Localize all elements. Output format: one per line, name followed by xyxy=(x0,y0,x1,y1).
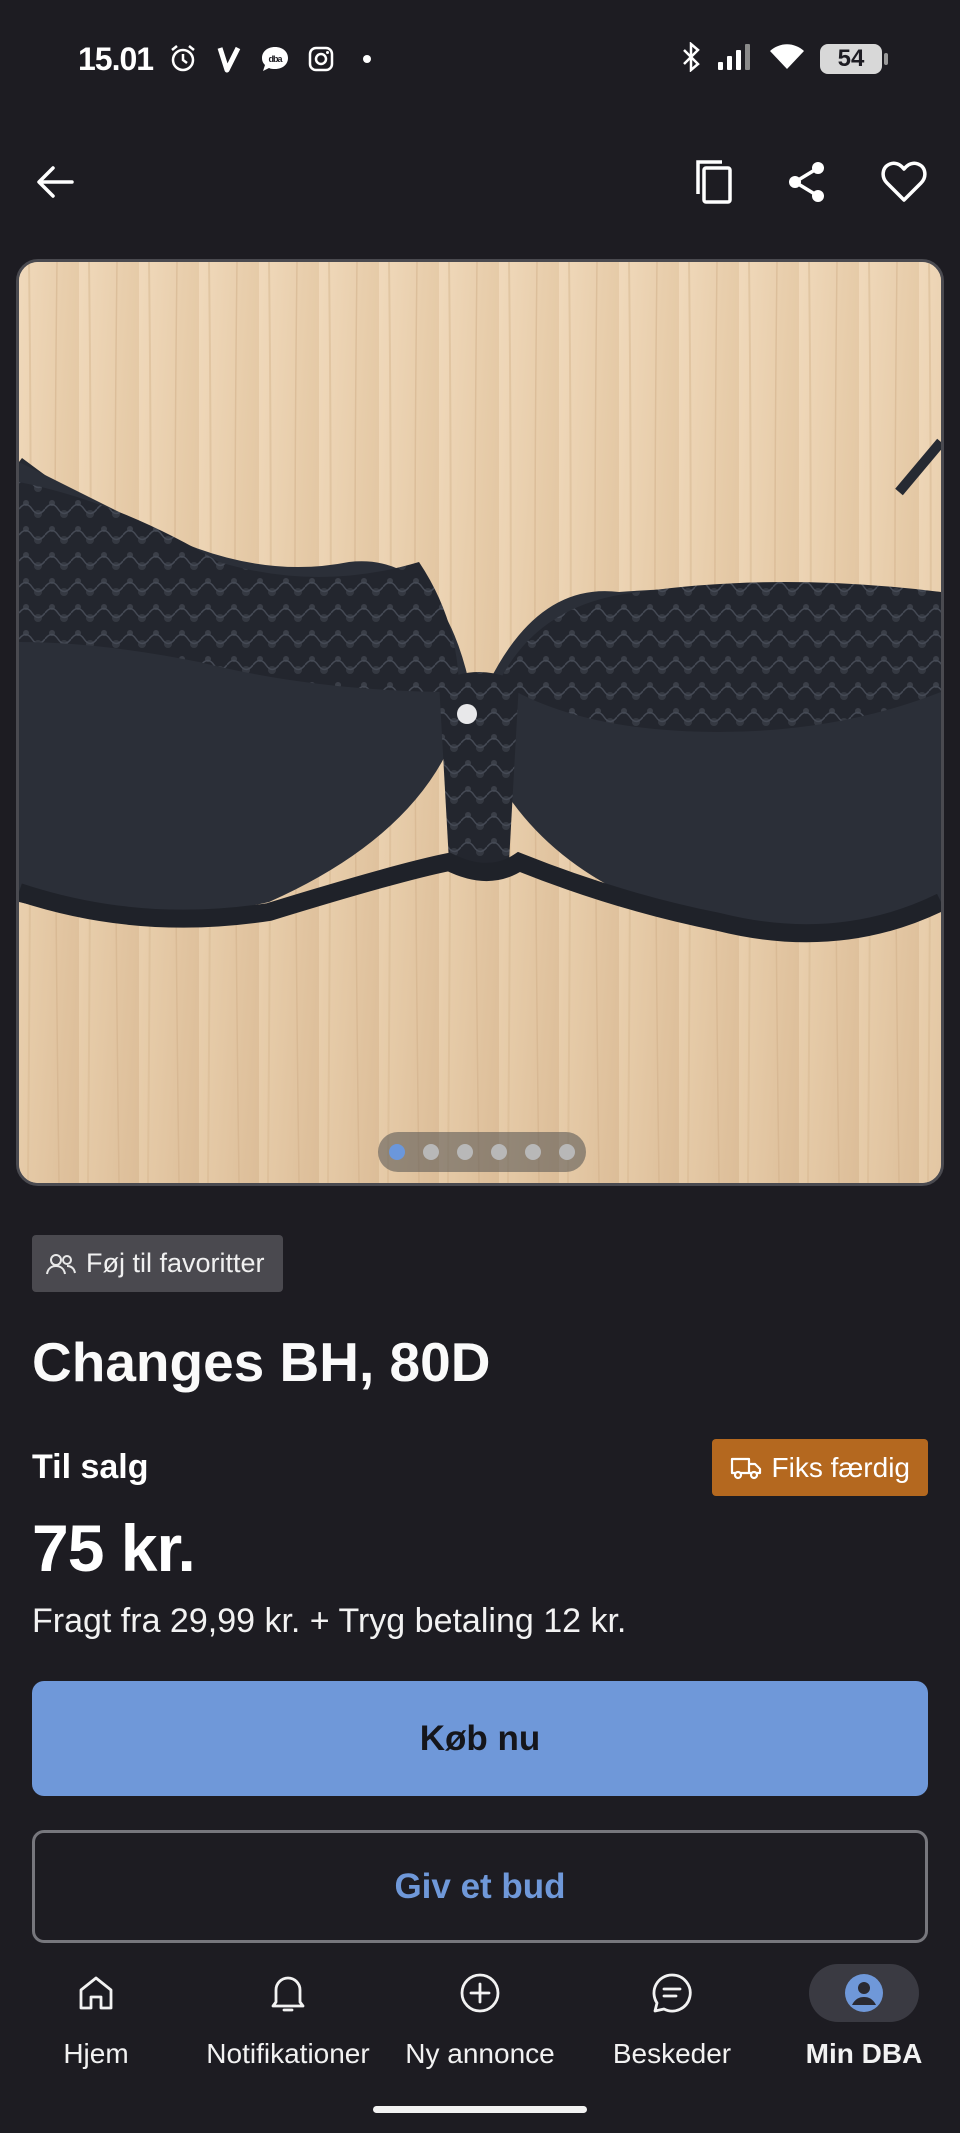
tab-notifications[interactable]: Notifikationer xyxy=(192,1962,384,2092)
v-app-icon xyxy=(213,43,245,75)
top-nav xyxy=(0,142,960,222)
status-left: 15.01 dba xyxy=(78,41,383,78)
status-bar: 15.01 dba 54 xyxy=(0,0,960,118)
tab-new-listing[interactable]: Ny annonce xyxy=(384,1962,576,2092)
carousel-dot[interactable] xyxy=(457,1144,473,1160)
back-button[interactable] xyxy=(15,142,95,222)
carousel-dot[interactable] xyxy=(491,1144,507,1160)
tab-messages[interactable]: Beskeder xyxy=(576,1962,768,2092)
share-button[interactable] xyxy=(767,142,847,222)
people-icon xyxy=(46,1253,76,1274)
carousel-dot[interactable] xyxy=(559,1144,575,1160)
clock: 15.01 xyxy=(78,40,154,77)
dba-chat-icon: dba xyxy=(259,43,291,75)
truck-icon xyxy=(730,1457,761,1479)
tab-home[interactable]: Hjem xyxy=(0,1962,192,2092)
favorite-heart-button[interactable] xyxy=(864,142,944,222)
tab-label: Beskeder xyxy=(612,2038,732,2069)
carousel-dot[interactable] xyxy=(389,1144,405,1160)
copy-icon xyxy=(696,160,732,204)
favorites-chip-label: Føj til favoritter xyxy=(86,1248,265,1278)
dot-icon xyxy=(351,43,383,75)
share-icon xyxy=(789,162,824,202)
listing-title: Changes BH, 80D xyxy=(32,1331,491,1393)
tab-label: Min DBA xyxy=(805,2038,923,2069)
fiks-faerdig-badge[interactable]: Fiks færdig xyxy=(711,1439,928,1496)
tab-label: Hjem xyxy=(63,2038,129,2069)
carousel-dot[interactable] xyxy=(525,1144,541,1160)
bluetooth-icon xyxy=(680,40,702,77)
bell-icon xyxy=(233,1964,343,2022)
status-right: 54 xyxy=(680,40,888,77)
tab-label: Ny annonce xyxy=(405,2038,555,2069)
chat-icon xyxy=(617,1964,727,2022)
alarm-icon xyxy=(167,43,199,75)
tab-my-dba[interactable]: Min DBA xyxy=(768,1962,960,2092)
image-carousel[interactable] xyxy=(16,259,944,1186)
bottom-nav: Hjem Notifikationer Ny annonce Beskeder … xyxy=(0,1950,960,2133)
battery-level: 54 xyxy=(837,45,865,72)
profile-icon xyxy=(809,1964,919,2022)
copy-button[interactable] xyxy=(674,142,754,222)
instagram-icon xyxy=(305,43,337,75)
home-icon xyxy=(41,1964,151,2022)
buy-now-button[interactable]: Køb nu xyxy=(32,1681,928,1796)
carousel-dot[interactable] xyxy=(423,1144,439,1160)
listing-status: Til salg xyxy=(32,1448,149,1486)
listing-price: 75 kr. xyxy=(32,1511,196,1585)
home-indicator[interactable] xyxy=(373,2106,587,2113)
battery-icon: 54 xyxy=(820,44,888,74)
back-arrow-icon xyxy=(37,166,74,198)
svg-text:dba: dba xyxy=(269,54,284,64)
product-photo xyxy=(19,262,941,1183)
wifi-icon xyxy=(768,42,806,77)
badge-label: Fiks færdig xyxy=(771,1451,910,1483)
add-to-favorites-chip[interactable]: Føj til favoritter xyxy=(32,1235,283,1292)
carousel-dots[interactable] xyxy=(378,1132,586,1172)
make-offer-button[interactable]: Giv et bud xyxy=(32,1830,928,1943)
signal-icon xyxy=(716,42,754,77)
plus-circle-icon xyxy=(425,1964,535,2022)
shipping-info: Fragt fra 29,99 kr. + Tryg betaling 12 k… xyxy=(32,1602,627,1640)
tab-label: Notifikationer xyxy=(206,2038,370,2069)
heart-icon xyxy=(881,161,927,202)
